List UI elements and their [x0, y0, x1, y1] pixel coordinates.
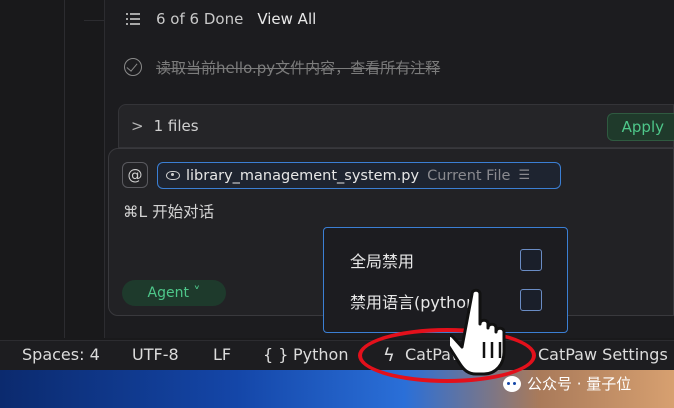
chip-tag: Current File [427, 167, 511, 184]
list-icon [126, 12, 140, 26]
menu-item-global-disable[interactable]: 全局禁用 [350, 248, 414, 272]
files-count: 1 files [153, 117, 199, 135]
todo-summary: 6 of 6 Done View All [126, 8, 316, 30]
status-spaces[interactable]: Spaces: 4 [22, 345, 100, 364]
braces-icon: { } [263, 345, 289, 364]
view-all-link[interactable]: View All [257, 10, 316, 28]
editor-gutter-divider [64, 0, 65, 338]
hand-cursor-icon [450, 288, 506, 376]
chat-input-placeholder: ⌘L 开始对话 [123, 203, 215, 221]
todo-count: 6 of 6 Done [156, 10, 244, 28]
context-file-chip[interactable]: library_management_system.py Current Fil… [157, 162, 561, 189]
agent-mode-label: Agent ˅ [147, 285, 201, 301]
catpaw-context-menu: 全局禁用 禁用语言(python) [323, 227, 568, 333]
mention-button[interactable]: @ [122, 162, 148, 188]
apply-button[interactable]: Apply [606, 113, 674, 141]
status-encoding[interactable]: UTF-8 [132, 345, 179, 364]
global-disable-checkbox[interactable] [520, 249, 542, 271]
task-item: 读取当前hello.py文件内容，查看所有注释 [124, 56, 440, 78]
sliders-icon[interactable]: ☰ [518, 168, 530, 183]
changed-files-bar[interactable]: > 1 files Apply [118, 104, 674, 148]
check-circle-icon [124, 58, 142, 76]
watermark-text: 公众号 · 量子位 [527, 375, 632, 393]
agent-mode-selector[interactable]: Agent ˅ [122, 280, 226, 306]
status-catpaw-settings[interactable]: CatPaw Settings [538, 345, 668, 364]
status-eol[interactable]: LF [213, 345, 231, 364]
eye-icon [166, 171, 180, 180]
editor-gutter-tick [84, 20, 104, 21]
task-text: 读取当前hello.py文件内容，查看所有注释 [156, 58, 441, 77]
chip-file-name: library_management_system.py [186, 167, 420, 184]
status-bar: Spaces: 4 UTF-8 LF { } Python ϟ CatPaw C… [0, 340, 674, 370]
status-language[interactable]: Python [293, 345, 348, 364]
chevron-right-icon: > [131, 117, 144, 135]
